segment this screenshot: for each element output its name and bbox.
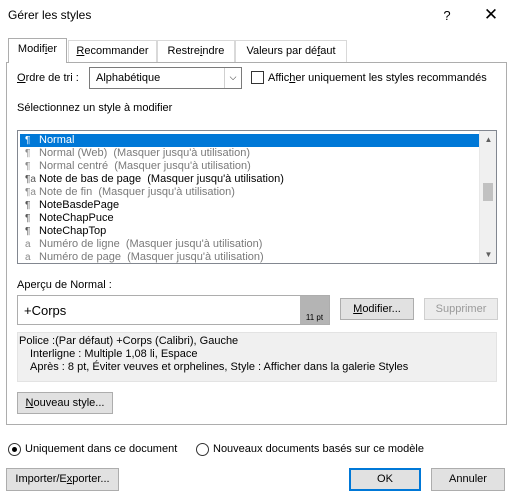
- character-style-icon: a: [25, 239, 31, 250]
- style-preview: +Corps 11 pt: [17, 295, 330, 325]
- list-item[interactable]: a Numéro de ligne (Masquer jusqu'à utilis…: [20, 238, 480, 251]
- radio-doc-only[interactable]: [8, 443, 21, 456]
- list-item[interactable]: ¶ NoteBasdePage: [20, 199, 480, 212]
- list-item-name: NoteChapTop: [39, 225, 107, 237]
- preview-size: 11 pt: [300, 296, 329, 324]
- list-item-name: NoteBasdePage: [39, 199, 120, 211]
- list-item-name: Numéro de ligne: [39, 238, 120, 250]
- description-line-1: Police :(Par défaut) +Corps (Calibri), G…: [19, 335, 239, 347]
- list-item-name: Normal (Web): [39, 147, 108, 159]
- list-item-name: Normal: [39, 134, 75, 146]
- only-recommended-label[interactable]: Afficher uniquement les styles recommand…: [268, 72, 487, 84]
- radio-new-docs-label[interactable]: Nouveaux documents basés sur ce modèle: [213, 443, 424, 455]
- list-item[interactable]: ¶a Note de bas de page (Masquer jusqu'à u…: [20, 173, 480, 186]
- list-item-hint: (Masquer jusqu'à utilisation): [113, 147, 250, 159]
- list-item[interactable]: a Numéro de page (Masquer jusqu'à utilisa…: [20, 251, 480, 263]
- list-item-hint: (Masquer jusqu'à utilisation): [127, 251, 264, 263]
- import-export-button[interactable]: Importer/Exporter...: [6, 468, 119, 491]
- sort-label: Ordre de tri :: [17, 72, 79, 84]
- paragraph-style-icon: ¶: [25, 135, 31, 146]
- modify-button[interactable]: Modifier...: [340, 298, 414, 320]
- list-item-name: NoteChapPuce: [39, 212, 114, 224]
- style-description: Police :(Par défaut) +Corps (Calibri), G…: [17, 332, 497, 382]
- list-item-hint: (Masquer jusqu'à utilisation): [125, 238, 263, 250]
- sort-select[interactable]: Alphabétique ⌵: [89, 67, 242, 89]
- sort-select-value: Alphabétique: [96, 72, 161, 84]
- styles-listbox[interactable]: ¶ Normal ¶ Normal (Web) (Masquer jusqu'à ut…: [17, 130, 497, 264]
- list-item[interactable]: ¶ Normal: [20, 134, 480, 147]
- list-scrollbar[interactable]: ▲ ▼: [479, 131, 496, 263]
- list-item[interactable]: ¶a Note de fin (Masquer jusqu'à utilisati…: [20, 186, 480, 199]
- list-item-name: Note de bas de page: [39, 173, 142, 185]
- list-item[interactable]: ¶ Normal centré (Masquer jusqu'à utilisat…: [20, 160, 480, 173]
- ok-button[interactable]: OK: [349, 468, 421, 491]
- paragraph-style-icon: ¶: [25, 148, 31, 159]
- only-recommended-checkbox[interactable]: [251, 71, 264, 84]
- list-item-hint: (Masquer jusqu'à utilisation): [147, 173, 284, 185]
- select-style-label: Sélectionnez un style à modifier: [17, 102, 173, 114]
- preview-label: Aperçu de Normal :: [17, 279, 112, 291]
- preview-text: +Corps: [24, 303, 67, 318]
- list-item-name: Numéro de page: [39, 251, 121, 263]
- paragraph-style-icon: ¶: [25, 161, 31, 172]
- list-item[interactable]: ¶ NoteChapPuce: [20, 212, 480, 225]
- chevron-down-icon[interactable]: ⌵: [224, 68, 241, 88]
- cancel-button[interactable]: Annuler: [431, 468, 505, 491]
- paragraph-style-icon: ¶: [25, 213, 31, 224]
- scroll-down-icon[interactable]: ▼: [480, 246, 496, 263]
- linked-style-icon: ¶a: [25, 187, 36, 198]
- radio-new-docs[interactable]: [196, 443, 209, 456]
- scroll-thumb[interactable]: [483, 183, 493, 201]
- list-item[interactable]: ¶ NoteChapTop: [20, 225, 480, 238]
- scroll-up-icon[interactable]: ▲: [480, 131, 496, 148]
- radio-doc-only-label[interactable]: Uniquement dans ce document: [25, 443, 177, 455]
- delete-button[interactable]: Supprimer: [424, 298, 498, 320]
- linked-style-icon: ¶a: [25, 174, 36, 185]
- paragraph-style-icon: ¶: [25, 226, 31, 237]
- list-item-hint: (Masquer jusqu'à utilisation): [114, 160, 251, 172]
- list-item-name: Note de fin: [39, 186, 93, 198]
- list-item[interactable]: ¶ Normal (Web) (Masquer jusqu'à utilisati…: [20, 147, 480, 160]
- list-item-name: Normal centré: [39, 160, 109, 172]
- list-item-hint: (Masquer jusqu'à utilisation): [98, 186, 235, 198]
- paragraph-style-icon: ¶: [25, 200, 31, 211]
- description-line-3: Après : 8 pt, Éviter veuves et orpheline…: [30, 361, 409, 373]
- character-style-icon: a: [25, 252, 31, 263]
- new-style-button[interactable]: Nouveau style...: [17, 392, 113, 414]
- description-line-2: Interligne : Multiple 1,08 li, Espace: [30, 348, 198, 360]
